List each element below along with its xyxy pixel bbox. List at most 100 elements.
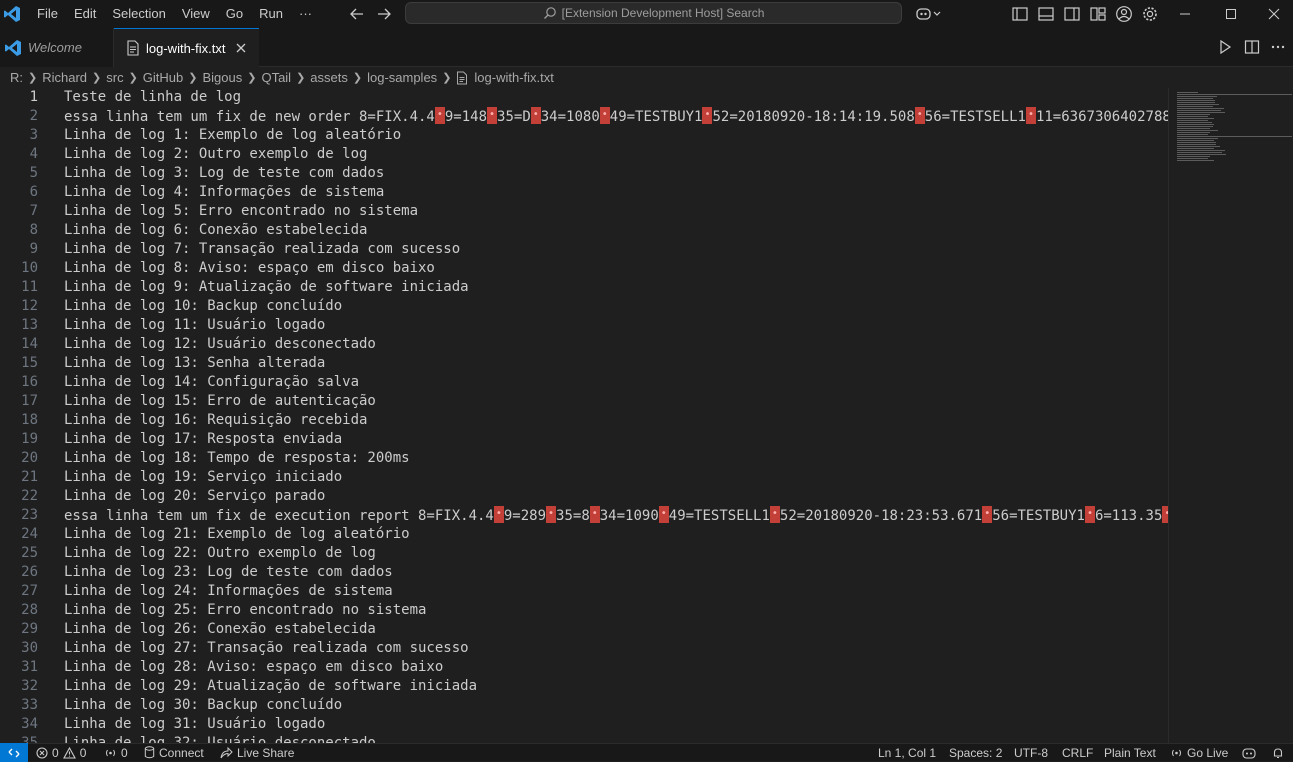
editor-line[interactable]: 29 Linha de log 26: Conexão estabelecida [0,620,1168,639]
minimap-line [1177,122,1212,123]
toggle-panel-icon[interactable] [1037,5,1055,23]
menu-run[interactable]: Run [251,0,291,28]
breadcrumb-item[interactable]: QTail [261,70,291,85]
command-center-search[interactable]: [Extension Development Host] Search [405,2,902,24]
editor-text-area[interactable]: 1 Teste de linha de log 2 essa linha tem um… [0,88,1168,743]
editor-line[interactable]: 30 Linha de log 27: Transação realizada c… [0,639,1168,658]
line-text: Linha de log 23: Log de teste com dados [64,564,393,580]
tab-log-with-fix[interactable]: log-with-fix.txt [114,28,259,67]
indentation-label: Spaces: 2 [949,745,1003,760]
minimize-button[interactable] [1162,0,1208,28]
minimap[interactable] [1168,88,1293,743]
editor-line[interactable]: 4 Linha de log 2: Outro exemplo de log [0,145,1168,164]
breadcrumb-item[interactable]: src [106,70,123,85]
eol-selector[interactable]: CRLF [1062,744,1093,761]
editor-line[interactable]: 16 Linha de log 14: Configuração salva [0,373,1168,392]
editor-line[interactable]: 24 Linha de log 21: Exemplo de log aleató… [0,525,1168,544]
editor-line[interactable]: 3 Linha de log 1: Exemplo de log aleatóri… [0,126,1168,145]
editor-line[interactable]: 13 Linha de log 11: Usuário logado [0,316,1168,335]
editor-line[interactable]: 10 Linha de log 8: Aviso: espaço em disco… [0,259,1168,278]
encoding-selector[interactable]: UTF-8 [1014,744,1048,761]
menu-view[interactable]: View [174,0,218,28]
editor-line[interactable]: 2 essa linha tem um fix de new order 8=FI… [0,105,1168,127]
menu-file[interactable]: File [29,0,66,28]
editor-line[interactable]: 20 Linha de log 18: Tempo de resposta: 20… [0,449,1168,468]
minimap-line [1177,128,1210,129]
menu-edit[interactable]: Edit [66,0,104,28]
back-arrow-icon[interactable] [347,4,367,24]
editor-line[interactable]: 32 Linha de log 29: Atualização de softwa… [0,677,1168,696]
breadcrumb-file[interactable]: log-with-fix.txt [456,70,554,85]
indentation-selector[interactable]: Spaces: 2 [949,744,1002,761]
editor-line[interactable]: 35 Linha de log 32: Usuário desconectado [0,734,1168,743]
minimap-line [1177,116,1208,117]
editor-line[interactable]: 27 Linha de log 24: Informações de sistem… [0,582,1168,601]
live-share-button[interactable]: Live Share [220,744,294,761]
line-text: Linha de log 16: Requisição recebida [64,412,368,428]
notifications-button[interactable] [1272,744,1288,761]
remote-indicator[interactable] [0,743,28,762]
status-bar: 0 0 0 Connect Live Share Ln 1, Col 1 Spa… [0,743,1293,762]
run-icon[interactable] [1217,39,1233,55]
breadcrumb-item[interactable]: Richard [42,70,87,85]
editor-line[interactable]: 14 Linha de log 12: Usuário desconectado [0,335,1168,354]
minimap-line [1177,100,1215,101]
language-mode-selector[interactable]: Plain Text [1104,744,1156,761]
editor-line[interactable]: 31 Linha de log 28: Aviso: espaço em disc… [0,658,1168,677]
editor-line[interactable]: 22 Linha de log 20: Serviço parado [0,487,1168,506]
copilot-status[interactable] [1242,744,1260,761]
editor-line[interactable]: 28 Linha de log 25: Erro encontrado no si… [0,601,1168,620]
editor-line[interactable]: 18 Linha de log 16: Requisição recebida [0,411,1168,430]
cursor-position[interactable]: Ln 1, Col 1 [878,744,936,761]
gear-icon[interactable] [1141,5,1159,23]
breadcrumb-item[interactable]: GitHub [143,70,183,85]
line-text: Linha de log 7: Transação realizada com … [64,241,461,257]
database-icon [144,746,155,759]
connect-button[interactable]: Connect [144,744,204,761]
close-window-button[interactable] [1254,0,1293,28]
breadcrumb-item[interactable]: log-samples [367,70,437,85]
ports-indicator[interactable]: 0 [104,744,128,761]
menu-more[interactable]: ··· [291,0,320,28]
toggle-primary-sidebar-icon[interactable] [1011,5,1029,23]
tab-welcome[interactable]: Welcome [0,28,114,67]
line-text: Linha de log 26: Conexão estabelecida [64,621,376,637]
forward-arrow-icon[interactable] [374,4,394,24]
breadcrumb-item[interactable]: assets [310,70,348,85]
vscode-logo-icon [5,39,21,56]
more-actions-icon[interactable] [1270,39,1286,55]
editor-line[interactable]: 11 Linha de log 9: Atualização de softwar… [0,278,1168,297]
maximize-button[interactable] [1208,0,1254,28]
editor-line[interactable]: 12 Linha de log 10: Backup concluído [0,297,1168,316]
editor-line[interactable]: 17 Linha de log 15: Erro de autenticação [0,392,1168,411]
editor-line[interactable]: 5 Linha de log 3: Log de teste com dados [0,164,1168,183]
editor-line[interactable]: 26 Linha de log 23: Log de teste com dado… [0,563,1168,582]
editor-line[interactable]: 25 Linha de log 22: Outro exemplo de log [0,544,1168,563]
close-icon[interactable] [233,40,249,56]
menu-go[interactable]: Go [218,0,251,28]
editor-line[interactable]: 21 Linha de log 19: Serviço iniciado [0,468,1168,487]
editor-line[interactable]: 7 Linha de log 5: Erro encontrado no sist… [0,202,1168,221]
editor-line[interactable]: 1 Teste de linha de log [0,88,1168,107]
split-editor-icon[interactable] [1244,39,1260,55]
line-text: essa linha tem um fix de new order 8=FIX… [64,105,1168,127]
menu-selection[interactable]: Selection [104,0,173,28]
toggle-secondary-sidebar-icon[interactable] [1063,5,1081,23]
editor-line[interactable]: 8 Linha de log 6: Conexão estabelecida [0,221,1168,240]
copilot-icon[interactable] [915,5,943,23]
editor-line[interactable]: 19 Linha de log 17: Resposta enviada [0,430,1168,449]
editor-line[interactable]: 23 essa linha tem um fix de execution rep… [0,504,1168,525]
go-live-button[interactable]: Go Live [1170,744,1228,761]
breadcrumb-item[interactable]: Bigous [202,70,242,85]
editor-line[interactable]: 9 Linha de log 7: Transação realizada com… [0,240,1168,259]
line-text-segment: 11=636730640278898 [1035,109,1168,125]
problems-indicator[interactable]: 0 0 [36,744,86,761]
breadcrumb-item[interactable]: R: [10,70,23,85]
editor-line[interactable]: 33 Linha de log 30: Backup concluído [0,696,1168,715]
account-icon[interactable] [1115,5,1133,23]
editor-line[interactable]: 6 Linha de log 4: Informações de sistema [0,183,1168,202]
editor-line[interactable]: 34 Linha de log 31: Usuário logado [0,715,1168,734]
editor-line[interactable]: 15 Linha de log 13: Senha alterada [0,354,1168,373]
customize-layout-icon[interactable] [1089,5,1107,23]
line-text: Linha de log 10: Backup concluído [64,298,343,314]
